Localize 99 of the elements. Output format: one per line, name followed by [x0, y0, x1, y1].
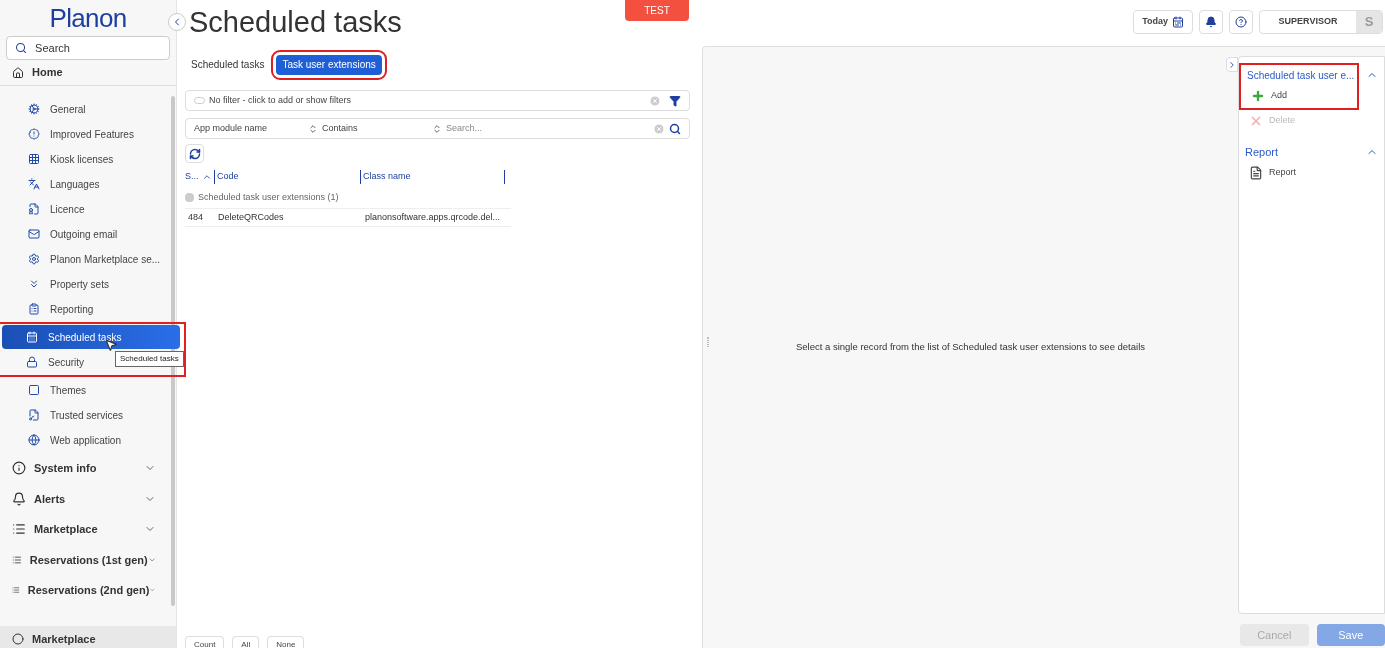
- group-label: Alerts: [34, 491, 67, 507]
- detail-message: Select a single record from the list of Scheduled task user extensions to see details: [795, 340, 1145, 355]
- sidebar-group[interactable]: Marketplace: [0, 514, 168, 545]
- search-field[interactable]: Search: [6, 36, 170, 60]
- resize-handle[interactable]: [707, 337, 709, 347]
- list-button[interactable]: All: [232, 636, 260, 648]
- sidebar-item[interactable]: Scheduled tasks: [2, 325, 180, 349]
- user-avatar: S: [1356, 11, 1382, 33]
- search-icon: [669, 122, 681, 135]
- item-icon: [28, 303, 40, 315]
- sidebar-group[interactable]: Alerts: [0, 483, 168, 514]
- home-link[interactable]: Home: [0, 60, 176, 86]
- checkbox[interactable]: [185, 193, 194, 202]
- item-icon: [26, 331, 38, 343]
- section-title: Report: [1245, 144, 1280, 160]
- sort-icon: [201, 172, 212, 182]
- sidebar-item[interactable]: Improved Features: [4, 122, 164, 146]
- table-cell-text: planonsoftware.apps.qrcode.del...: [365, 210, 501, 224]
- search-input[interactable]: Search: [35, 39, 161, 57]
- chevron-right-icon: [1227, 59, 1237, 70]
- section-title: Scheduled task user e...: [1247, 68, 1355, 83]
- sidebar-item[interactable]: General: [4, 97, 164, 121]
- logo: Planon: [49, 5, 127, 31]
- list-button[interactable]: Count: [185, 636, 225, 648]
- sidebar-group[interactable]: Reservations (1st gen): [0, 544, 168, 575]
- sidebar-item[interactable]: Web application: [4, 428, 164, 452]
- user-button[interactable]: SUPERVISOR S: [1259, 10, 1383, 34]
- item-icon: [28, 253, 40, 265]
- sidebar-item[interactable]: Trusted services: [4, 403, 164, 427]
- column-header[interactable]: Class name: [360, 170, 505, 184]
- item-icon: [28, 278, 40, 290]
- sidebar-group[interactable]: System info: [0, 453, 168, 484]
- item-icon: [28, 128, 40, 140]
- bell-icon: [1205, 16, 1217, 28]
- field-select[interactable]: App module name: [194, 121, 308, 136]
- refresh-button[interactable]: [185, 144, 204, 163]
- group-label: System info: [34, 461, 98, 476]
- search-bar[interactable]: App module name Contains Search...: [185, 118, 690, 139]
- sort-icon: [308, 123, 318, 134]
- item-icon: [28, 103, 40, 115]
- item-icon: [28, 228, 40, 240]
- group-label: Reservations (1st gen): [29, 552, 148, 568]
- collapse-button[interactable]: [168, 13, 186, 31]
- calendar-icon: [1172, 16, 1184, 28]
- item-icon: [28, 409, 40, 421]
- filter-bar[interactable]: No filter - click to add or show filters: [185, 90, 690, 111]
- sidebar-footer[interactable]: Marketplace: [0, 626, 176, 648]
- sidebar-item[interactable]: Themes: [4, 378, 164, 402]
- table-row[interactable]: 484 DeleteQRCodes planonsoftware.apps.qrcode.del...: [185, 209, 511, 227]
- search-input[interactable]: Search...: [446, 121, 653, 136]
- search-icon: [15, 41, 28, 55]
- group-label: Scheduled task user extensions (1): [198, 190, 339, 204]
- circle-icon: [12, 633, 24, 645]
- filter-text: No filter - click to add or show filters: [209, 93, 353, 107]
- column-header[interactable]: Code: [214, 170, 360, 184]
- action-item[interactable]: Report: [1239, 162, 1384, 184]
- environment-badge: TEST: [625, 0, 689, 21]
- list-button[interactable]: None: [267, 636, 305, 648]
- notifications-button[interactable]: [1199, 10, 1223, 34]
- item-icon: [28, 434, 40, 446]
- group-label: Marketplace: [34, 522, 99, 537]
- clear-icon: [649, 94, 661, 107]
- tooltip: Scheduled tasks: [115, 351, 184, 367]
- clear-icon: [653, 122, 665, 135]
- filter-icon: [669, 94, 681, 107]
- sidebar-item[interactable]: Languages: [4, 172, 164, 196]
- item-icon: [28, 153, 40, 165]
- table-cell-text: 484: [187, 210, 205, 224]
- help-button[interactable]: [1229, 10, 1253, 34]
- plus-icon: [1251, 89, 1265, 103]
- sidebar-item[interactable]: Kiosk licenses: [4, 147, 164, 171]
- group-label: Reservations (2nd gen): [27, 583, 150, 598]
- operator-select[interactable]: Contains: [308, 121, 432, 136]
- help-icon: [1235, 16, 1247, 28]
- group-icon: [12, 491, 26, 506]
- home-icon: [12, 66, 24, 79]
- page-title: Scheduled tasks: [189, 5, 402, 40]
- action-item[interactable]: Add: [1241, 85, 1357, 107]
- sort-icon: [432, 123, 442, 134]
- today-button[interactable]: Today: [1133, 10, 1193, 34]
- sidebar-item[interactable]: Outgoing email: [4, 222, 164, 246]
- refresh-icon: [188, 147, 201, 160]
- item-icon: [28, 178, 40, 190]
- close-icon: [1249, 114, 1263, 128]
- sidebar-item[interactable]: Planon Marketplace se...: [4, 247, 164, 271]
- group-icon: [12, 522, 26, 537]
- item-icon: [28, 203, 40, 215]
- item-icon: [28, 384, 40, 396]
- sidebar-item[interactable]: Licence: [4, 197, 164, 221]
- sidebar-group[interactable]: Reservations (2nd gen): [0, 575, 168, 606]
- group-icon: [12, 461, 26, 476]
- sidebar-item[interactable]: Property sets: [4, 272, 164, 296]
- expand-button[interactable]: [1226, 57, 1238, 72]
- item-icon: [26, 356, 38, 368]
- table-cell-text: DeleteQRCodes: [218, 210, 285, 224]
- sidebar-item[interactable]: Reporting: [4, 297, 164, 321]
- document-icon: [1249, 166, 1263, 180]
- column-header[interactable]: S...: [185, 170, 214, 184]
- tab[interactable]: Scheduled tasks: [185, 54, 271, 75]
